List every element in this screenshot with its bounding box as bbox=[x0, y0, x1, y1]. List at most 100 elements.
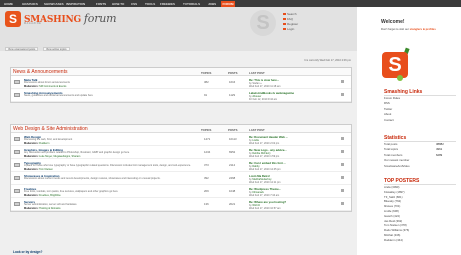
moderator-link[interactable]: Rudderm bbox=[39, 142, 49, 145]
last-post: Re: Can I embed this font ... by Dabby Wed… bbox=[249, 161, 329, 172]
forum-folder-icon bbox=[14, 163, 20, 167]
nav-item-jobs[interactable]: JOBS bbox=[208, 2, 216, 6]
post-count: 2114 bbox=[229, 163, 236, 167]
last-post-meta: by Debbie McFlerry Wed Feb 17, 2010 1:59 … bbox=[249, 152, 280, 159]
view-latest-post-icon[interactable] bbox=[341, 150, 344, 153]
post-count: 2021 bbox=[229, 202, 236, 206]
forum-folder-icon bbox=[14, 176, 20, 180]
post-count: 1616 bbox=[229, 80, 236, 84]
board-header: Web Design & Site Administration TOPICS … bbox=[11, 125, 351, 133]
forum-row: Graphics, Images & Editing Any discussion… bbox=[11, 146, 351, 159]
view-latest-post-icon[interactable] bbox=[341, 137, 344, 140]
nav-item-tutorials[interactable]: TUTORIALS bbox=[183, 2, 200, 6]
post-count: 6952 bbox=[229, 150, 236, 154]
nav-item-forum[interactable]: FORUM bbox=[221, 0, 235, 7]
forum-row: Smashing Announcements News, guidelines a… bbox=[11, 89, 351, 102]
topic-count: 209 bbox=[204, 189, 209, 193]
mascot-spark-icon bbox=[405, 70, 408, 73]
forum-moderators: Moderators: Freebies, Brightline bbox=[24, 193, 61, 197]
board-title[interactable]: News & Announcements bbox=[13, 69, 67, 75]
view-latest-post-icon[interactable] bbox=[341, 176, 344, 179]
forum-folder-icon bbox=[14, 202, 20, 206]
last-post-title-link[interactable]: Re: This is slow here... bbox=[249, 78, 329, 82]
moderator-link[interactable]: SM Comments & Events bbox=[39, 85, 66, 88]
topic-count: 382 bbox=[204, 80, 209, 84]
view-latest-post-icon[interactable] bbox=[341, 189, 344, 192]
last-post-title-link[interactable]: Re: Where are you hosting? bbox=[249, 200, 329, 204]
board-web-design: Web Design & Site Administration TOPICS … bbox=[10, 124, 352, 212]
nav-item-fonts[interactable]: FONTS bbox=[96, 2, 106, 6]
view-latest-post-icon[interactable] bbox=[341, 163, 344, 166]
top-navigation: HOME GRAPHICS SHOWCASES INSPIRATION FONTS HOW… bbox=[0, 0, 461, 7]
last-post-meta: by Dabby Wed Feb 17, 2010 12:45 pm bbox=[249, 165, 281, 172]
last-post-title-link[interactable]: Re: Document Header Web ... bbox=[249, 135, 329, 139]
view-latest-post-icon[interactable] bbox=[341, 202, 344, 205]
forum-folder-icon bbox=[14, 80, 20, 84]
nav-item-css[interactable]: CSS bbox=[131, 2, 137, 6]
watermark-logo-icon: S bbox=[250, 10, 276, 36]
forum-moderators: Moderators: SM Comments & Events bbox=[24, 84, 67, 88]
mascot-ball-icon bbox=[397, 75, 403, 81]
top-poster-item[interactable]: Rudderm (344) bbox=[384, 238, 409, 243]
last-post: LabelsAndBooks.tv webmagazine by dhouser F… bbox=[249, 91, 329, 102]
last-post: Re: Where are you hosting? by Wizrdz Wed F… bbox=[249, 200, 329, 211]
nav-item-graphics[interactable]: GRAPHICS bbox=[22, 2, 38, 6]
forum-row: Web Design Discussing the web, html, and … bbox=[11, 133, 351, 146]
view-latest-post-icon[interactable] bbox=[341, 80, 344, 83]
last-post-title-link[interactable]: Re: Can I embed this font ... bbox=[249, 161, 329, 165]
forum-moderators: Moderators: Luke Meyer, Megawebsigns, Sh… bbox=[24, 154, 81, 158]
search-icon bbox=[283, 12, 286, 16]
last-post-meta: by Stefan » Wed Feb 17, 2010 11:18 am bbox=[249, 82, 281, 89]
logo-subtitle: MAGAZINE bbox=[24, 22, 42, 25]
tab-unanswered-posts[interactable]: View unanswered posts bbox=[5, 47, 39, 51]
forum-list: Web Design Discussing the web, html, and … bbox=[11, 133, 351, 211]
nav-item-how-to[interactable]: HOW-TO bbox=[112, 2, 124, 6]
forum-row: Freebies Free fonts, tutorials, icon pack… bbox=[11, 185, 351, 198]
smashing-logo-icon[interactable]: S bbox=[5, 11, 21, 27]
moderator-link[interactable]: Hosting & Domains bbox=[39, 207, 60, 210]
last-post-meta: by dhouser Fri Feb 12, 2010 9:44 am bbox=[249, 95, 278, 102]
last-post: Re: This is slow here... by Stefan » Wed … bbox=[249, 78, 329, 89]
col-last-post: LAST POST bbox=[249, 127, 265, 132]
sidebar-link-contact[interactable]: Contact bbox=[384, 118, 400, 123]
tab-active-topics[interactable]: View active topics bbox=[43, 47, 70, 51]
nav-item-freebies[interactable]: FREEBIES bbox=[160, 2, 175, 6]
current-time: It is currently Wed Feb 17, 2010 2:06 pm bbox=[304, 59, 351, 62]
nav-item-home[interactable]: HOME bbox=[4, 2, 13, 6]
forum-folder-icon bbox=[14, 93, 20, 97]
sidebar-links: Forum Rules RSS Twitter About Contact bbox=[384, 96, 400, 123]
moderator-link[interactable]: Luke Meyer, Megawebsigns, Sharam bbox=[39, 155, 80, 158]
last-post: Re: New Logo - any advice... by Debbie Mc… bbox=[249, 148, 329, 159]
last-post-title-link[interactable]: Re: New Logo - any advice... bbox=[249, 148, 329, 152]
last-post-title-link[interactable]: Lovin Ma Retro! bbox=[249, 174, 329, 178]
post-count: 1129 bbox=[229, 93, 236, 97]
stat-item: SmartwareAndVideo bbox=[384, 163, 410, 168]
forum-description: Discussions about current trends and rec… bbox=[24, 177, 161, 180]
moderator-link[interactable]: Freebies, Brightline bbox=[39, 194, 61, 197]
last-post-meta: by Kilmanack Wed Feb 17, 2010 7:44 am bbox=[249, 191, 280, 198]
board-title[interactable]: Web Design & Site Administration bbox=[13, 126, 88, 132]
moderator-link[interactable]: Tom Nielsen bbox=[39, 168, 53, 171]
post-count: 2468 bbox=[229, 176, 236, 180]
forum-list: Meta Talk Discussions about forum announc… bbox=[11, 76, 351, 102]
forum-row: Meta Talk Discussions about forum announc… bbox=[11, 76, 351, 89]
login-link[interactable]: Login bbox=[283, 27, 298, 32]
logo-forum: forum bbox=[83, 12, 117, 25]
nav-item-inspiration[interactable]: INSPIRATION bbox=[66, 2, 85, 6]
post-count: 10113 bbox=[229, 137, 237, 141]
last-post-title-link[interactable]: LabelsAndBooks.tv webmagazine bbox=[249, 91, 329, 95]
welcome-link[interactable]: stanglers & profiles bbox=[410, 27, 436, 31]
forum-description: News, guidelines and official announceme… bbox=[24, 94, 93, 97]
last-post: Re: Document Header Web ... by Lindle Wed … bbox=[249, 135, 329, 146]
topic-count: 1234 bbox=[204, 150, 211, 154]
nav-item-tools[interactable]: TOOLS bbox=[145, 2, 155, 6]
last-post: Lovin Ma Retro! by MarthaStutterboy Wed Fe… bbox=[249, 174, 329, 185]
user-links: Search FAQ Register Login bbox=[283, 12, 298, 32]
last-post: Re: Wordpress Theme... by Kilmanack Wed Fe… bbox=[249, 187, 329, 198]
view-latest-post-icon[interactable] bbox=[341, 93, 344, 96]
topic-count: 1471 bbox=[204, 137, 211, 141]
forum-name-partial[interactable]: Look or by design? bbox=[13, 250, 42, 254]
last-post-title-link[interactable]: Re: Wordpress Theme... bbox=[249, 187, 329, 191]
last-post-meta: by Lindle Wed Feb 17, 2010 2:02 pm bbox=[249, 139, 280, 146]
nav-item-showcases[interactable]: SHOWCASES bbox=[44, 2, 64, 6]
